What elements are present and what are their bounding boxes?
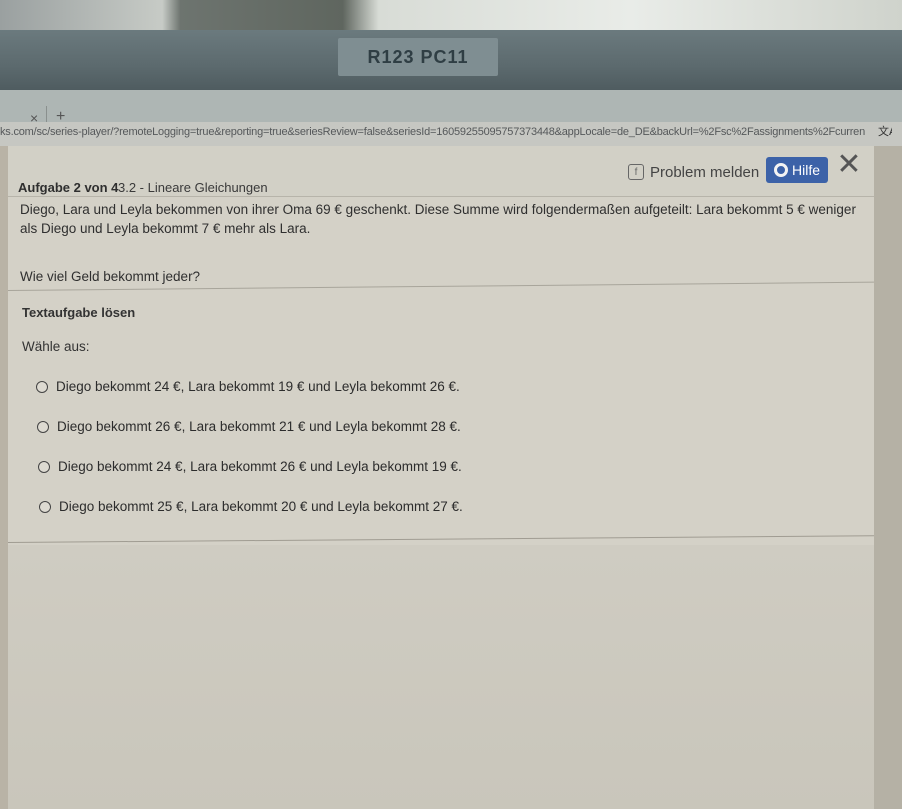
help-label: Hilfe bbox=[791, 162, 820, 178]
radio-button[interactable] bbox=[39, 500, 51, 513]
answer-option-4[interactable]: Diego bekommt 25 €, Lara bekommt 20 € un… bbox=[39, 499, 463, 514]
lifebuoy-icon bbox=[773, 163, 788, 177]
url-text[interactable]: ks.com/sc/series-player/?remoteLogging=t… bbox=[0, 126, 865, 138]
translate-icon[interactable]: 文A bbox=[878, 124, 897, 141]
task-counter: Aufgabe 2 von 4 bbox=[18, 180, 119, 195]
answer-option-2[interactable]: Diego bekommt 26 €, Lara bekommt 21 € un… bbox=[37, 419, 461, 434]
choose-label: Wähle aus: bbox=[22, 339, 90, 354]
radio-button[interactable] bbox=[36, 380, 48, 393]
answer-option-label: Diego bekommt 26 €, Lara bekommt 21 € un… bbox=[57, 419, 461, 434]
section-title: Textaufgabe lösen bbox=[22, 305, 136, 320]
svg-text:文A: 文A bbox=[878, 124, 892, 138]
page-bottom-area bbox=[8, 545, 874, 809]
help-button[interactable]: Hilfe bbox=[766, 157, 828, 183]
answer-option-label: Diego bekommt 24 €, Lara bekommt 19 € un… bbox=[56, 379, 460, 394]
monitor-label: R123 PC11 bbox=[338, 38, 498, 76]
question-prompt: Wie viel Geld bekommt jeder? bbox=[20, 269, 201, 284]
answer-option-label: Diego bekommt 24 €, Lara bekommt 26 € un… bbox=[58, 459, 462, 474]
answer-option-label: Diego bekommt 25 €, Lara bekommt 20 € un… bbox=[59, 499, 463, 514]
close-icon[interactable]: ✕ bbox=[836, 150, 862, 180]
background-window bbox=[0, 0, 902, 30]
radio-button[interactable] bbox=[37, 420, 49, 433]
answer-option-1[interactable]: Diego bekommt 24 €, Lara bekommt 19 € un… bbox=[36, 379, 460, 394]
report-problem-button[interactable]: f Problem melden bbox=[628, 162, 759, 182]
browser-tabbar bbox=[0, 90, 902, 122]
task-topic: 3.2 - Lineare Gleichungen bbox=[118, 180, 268, 195]
page-right-edge bbox=[874, 146, 902, 809]
radio-button[interactable] bbox=[38, 460, 50, 473]
flag-icon: f bbox=[628, 164, 644, 180]
question-text: Diego, Lara und Leyla bekommen von ihrer… bbox=[20, 202, 856, 236]
report-problem-label: Problem melden bbox=[650, 163, 760, 181]
answer-option-3[interactable]: Diego bekommt 24 €, Lara bekommt 26 € un… bbox=[38, 459, 462, 474]
